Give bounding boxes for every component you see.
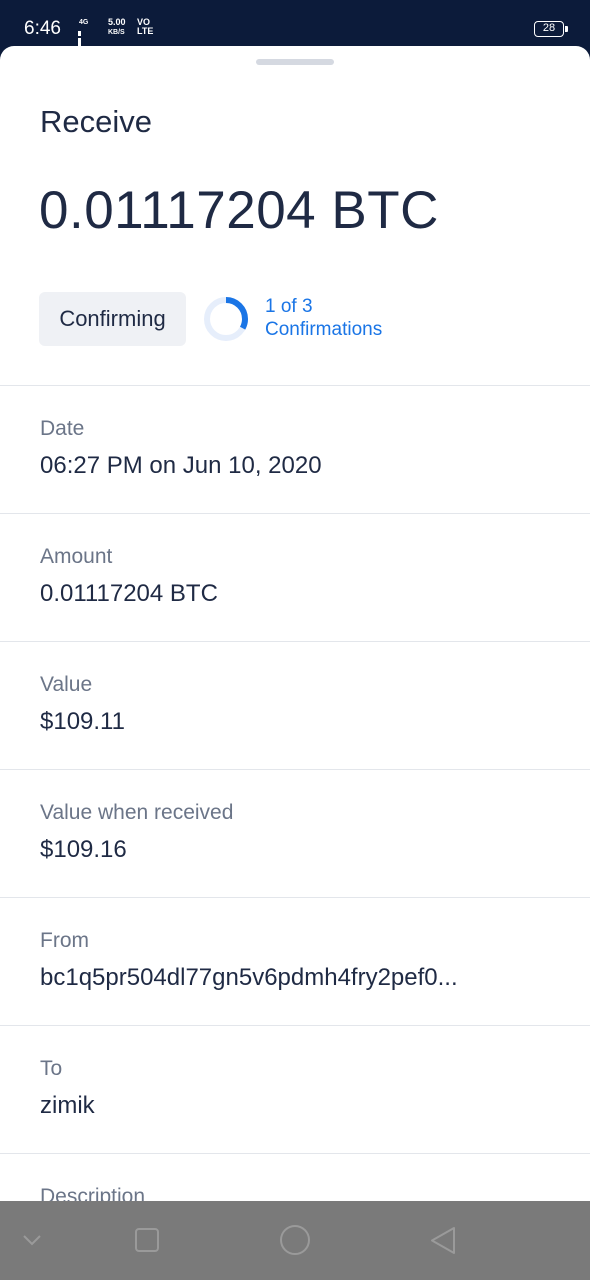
transaction-amount: 0.01117204 BTC [39, 181, 439, 240]
network-type: 4G [79, 19, 89, 26]
detail-row-date: Date 06:27 PM on Jun 10, 2020 [0, 385, 590, 513]
confirmations-label: Confirmations [265, 319, 383, 340]
detail-value: zimik [40, 1092, 95, 1119]
detail-value: 0.01117204 BTC [40, 580, 218, 607]
from-address[interactable]: bc1q5pr504dl77gn5v6pdmh4fry2pef0... [40, 964, 550, 992]
detail-label: Date [40, 417, 85, 440]
volte-icon: VO LTE [137, 18, 153, 36]
transaction-sheet: Receive 0.01117204 BTC Confirming 1 of 3… [0, 46, 590, 1201]
detail-label: From [40, 929, 89, 952]
confirmation-progress-ring [204, 297, 248, 341]
detail-row-amount: Amount 0.01117204 BTC [0, 513, 590, 641]
status-bar: 6:46 4G 5.00 KB/S VO LTE 28 [0, 0, 590, 65]
page-title: Receive [40, 104, 152, 139]
status-badge: Confirming [39, 292, 186, 346]
detail-row-value: Value $109.11 [0, 641, 590, 769]
speed-value: 5.00 [108, 17, 126, 27]
detail-value: 06:27 PM on Jun 10, 2020 [40, 452, 322, 479]
detail-label: Description [40, 1185, 146, 1201]
chevron-down-icon[interactable] [10, 1201, 54, 1280]
detail-row-value-when-received: Value when received $109.16 [0, 769, 590, 897]
detail-row-description: Description [0, 1153, 590, 1201]
confirmations-count: 1 of 3 [265, 296, 313, 317]
volte-bottom: LTE [137, 26, 154, 36]
navigation-bar [0, 1201, 590, 1280]
detail-label: Value when received [40, 801, 234, 824]
detail-label: Amount [40, 545, 113, 568]
battery-level: 28 [542, 22, 556, 34]
sheet-drag-handle[interactable] [256, 59, 334, 65]
detail-value: $109.11 [40, 708, 125, 735]
detail-row-to: To zimik [0, 1025, 590, 1153]
detail-row-from[interactable]: From bc1q5pr504dl77gn5v6pdmh4fry2pef0... [0, 897, 590, 1025]
detail-label: Value [40, 673, 93, 696]
detail-value: $109.16 [40, 836, 127, 863]
detail-label: To [40, 1057, 63, 1080]
network-speed: 5.00 KB/S [108, 18, 126, 37]
status-time: 6:46 [24, 18, 61, 39]
battery-icon: 28 [534, 21, 568, 37]
square-icon[interactable] [125, 1201, 169, 1280]
circle-icon[interactable] [273, 1201, 317, 1280]
triangle-back-icon[interactable] [420, 1201, 464, 1280]
speed-unit: KB/S [108, 29, 125, 36]
